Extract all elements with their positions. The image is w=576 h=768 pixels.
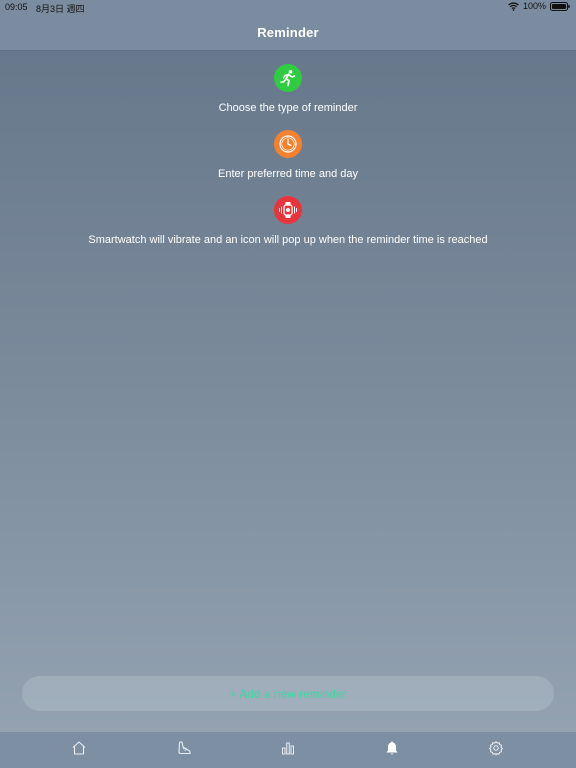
step-enter-time: Enter preferred time and day bbox=[0, 130, 576, 180]
tab-statistics[interactable] bbox=[277, 740, 299, 760]
battery-icon bbox=[550, 1, 570, 11]
page-title: Reminder bbox=[257, 24, 319, 40]
battery-percent: 100% bbox=[522, 1, 546, 11]
tab-settings[interactable] bbox=[485, 740, 507, 760]
step-text: Smartwatch will vibrate and an icon will… bbox=[88, 234, 488, 246]
status-bar: 09:05 8月3日 週四 100% bbox=[0, 0, 576, 14]
bell-icon bbox=[384, 740, 400, 761]
nav-bar: Reminder bbox=[0, 14, 576, 51]
tab-reminder[interactable] bbox=[381, 740, 403, 760]
tab-home[interactable] bbox=[68, 740, 90, 760]
step-vibrate: Smartwatch will vibrate and an icon will… bbox=[0, 196, 576, 246]
running-person-icon bbox=[274, 64, 302, 92]
shoe-icon bbox=[176, 740, 192, 761]
wifi-icon bbox=[508, 1, 519, 11]
gear-icon bbox=[488, 740, 504, 761]
tab-activity[interactable] bbox=[173, 740, 195, 760]
status-right: 100% bbox=[508, 1, 570, 11]
clock-icon bbox=[274, 130, 302, 158]
status-time: 09:05 bbox=[5, 2, 28, 12]
home-icon bbox=[71, 740, 87, 761]
bar-chart-icon bbox=[280, 740, 296, 761]
add-reminder-button[interactable]: + Add a new reminder bbox=[22, 676, 554, 711]
step-text: Choose the type of reminder bbox=[218, 102, 358, 114]
step-choose-type: Choose the type of reminder bbox=[0, 64, 576, 114]
tab-bar bbox=[0, 732, 576, 768]
step-text: Enter preferred time and day bbox=[217, 168, 359, 180]
vibrating-watch-icon bbox=[274, 196, 302, 224]
